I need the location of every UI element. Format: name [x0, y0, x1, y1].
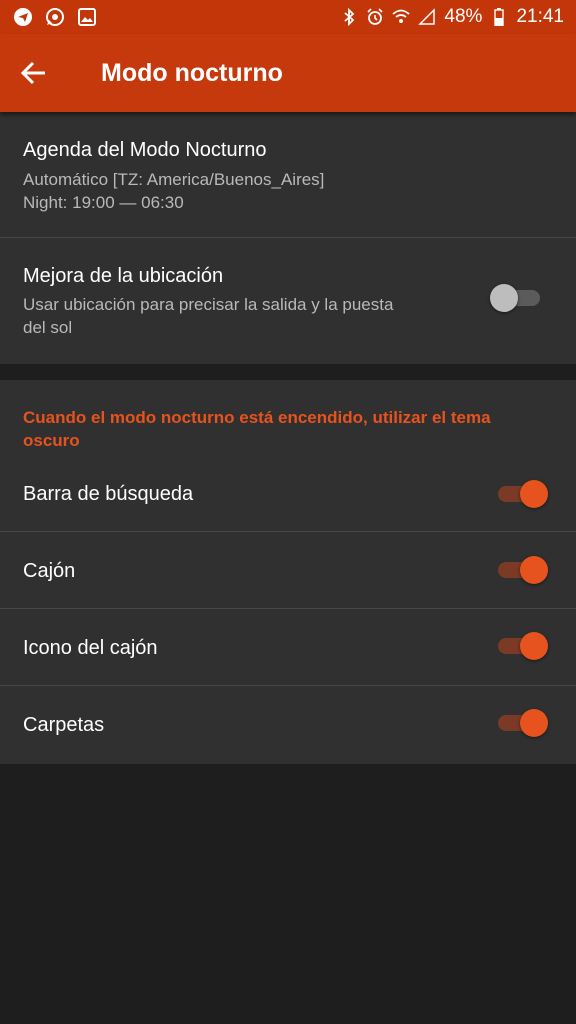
setting-folders[interactable]: Carpetas [0, 686, 576, 764]
section-header-line2: oscuro [23, 431, 80, 450]
back-button[interactable] [0, 34, 68, 112]
bluetooth-icon [340, 8, 358, 26]
location-description-line2: del sol [23, 318, 73, 337]
setting-search-bar[interactable]: Barra de búsqueda [0, 456, 576, 531]
drawer-toggle[interactable] [496, 555, 552, 585]
toggle-thumb [490, 284, 518, 312]
schedule-mode: Automático [TZ: America/Buenos_Aires] [23, 170, 325, 189]
toggle-thumb [520, 709, 548, 737]
location-title: Mejora de la ubicación [23, 265, 224, 287]
page-title: Modo nocturno [101, 58, 283, 87]
battery-percent: 48% [444, 6, 483, 27]
schedule-card: Agenda del Modo Nocturno Automático [TZ:… [0, 112, 576, 364]
gallery-icon [76, 6, 98, 28]
wifi-icon [392, 8, 411, 26]
schedule-setting[interactable]: Agenda del Modo Nocturno Automático [TZ:… [0, 112, 576, 237]
setting-drawer-icon[interactable]: Icono del cajón [0, 609, 576, 685]
setting-label: Cajón [23, 560, 76, 582]
folders-toggle[interactable] [496, 708, 552, 738]
clock: 21:41 [516, 6, 564, 27]
setting-label: Icono del cajón [23, 637, 158, 659]
telegram-icon [12, 6, 34, 28]
battery-icon [490, 8, 508, 26]
toggle-thumb [520, 556, 548, 584]
setting-label: Carpetas [23, 714, 105, 736]
setting-label: Barra de búsqueda [23, 483, 194, 505]
schedule-times: Night: 19:00 — 06:30 [23, 193, 184, 212]
status-bar: 48% 21:41 [0, 0, 576, 34]
location-setting[interactable]: Mejora de la ubicación Usar ubicación pa… [0, 238, 576, 364]
section-header-line1: Cuando el modo nocturno está encendido, … [23, 408, 491, 427]
signal-icon [418, 8, 436, 26]
location-toggle[interactable] [490, 283, 546, 313]
drawer-icon-toggle[interactable] [496, 631, 552, 661]
schedule-title: Agenda del Modo Nocturno [23, 139, 267, 161]
alarm-icon [366, 8, 384, 26]
dark-theme-card: Cuando el modo nocturno está encendido, … [0, 380, 576, 764]
dark-theme-section-header: Cuando el modo nocturno está encendido, … [23, 406, 543, 452]
location-description-line1: Usar ubicación para precisar la salida y… [23, 295, 394, 314]
whatsapp-icon [44, 6, 66, 28]
search-bar-toggle[interactable] [496, 479, 552, 509]
arrow-back-icon [21, 61, 45, 85]
setting-drawer[interactable]: Cajón [0, 532, 576, 608]
toggle-thumb [520, 632, 548, 660]
app-bar: Modo nocturno [0, 34, 576, 112]
toggle-thumb [520, 480, 548, 508]
